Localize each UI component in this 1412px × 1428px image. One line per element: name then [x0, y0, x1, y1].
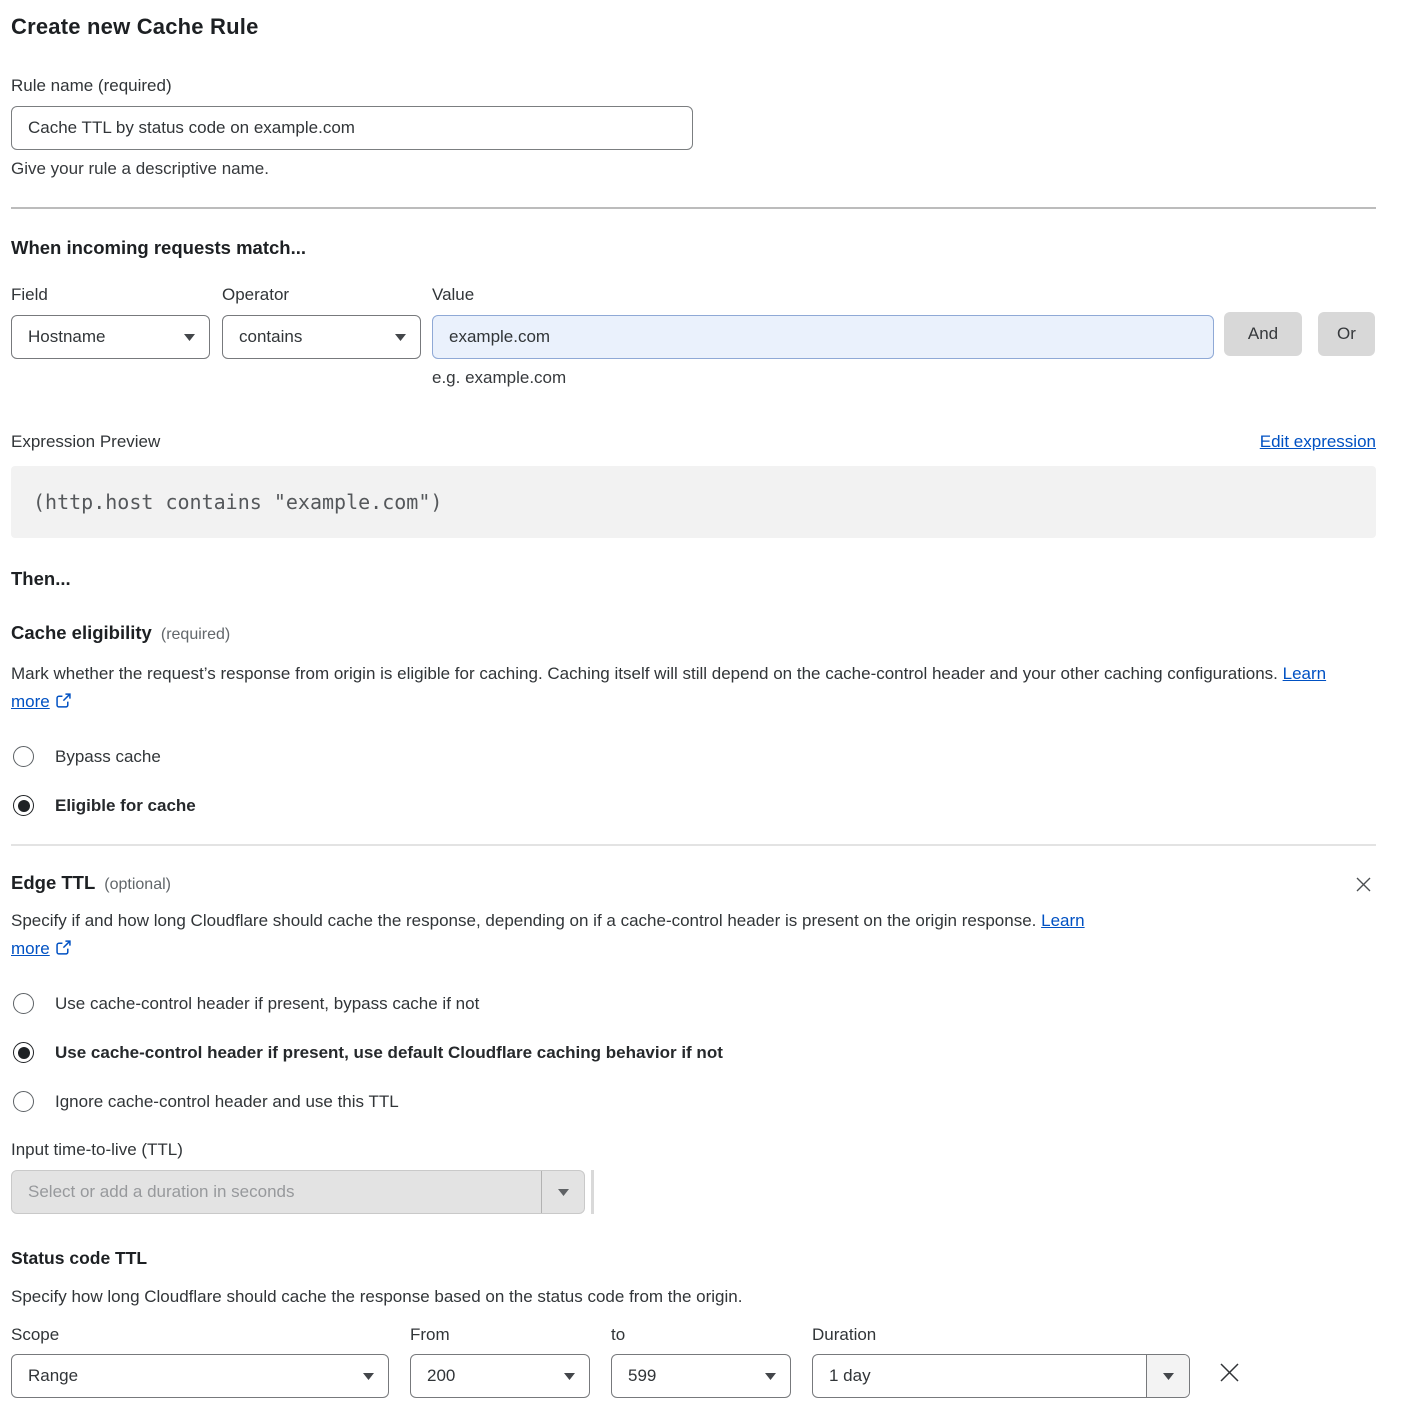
field-select-value: Hostname [28, 327, 105, 347]
close-icon [1218, 1361, 1241, 1384]
chevron-down-icon [765, 1373, 776, 1380]
operator-select-value: contains [239, 327, 302, 347]
duration-label: Duration [812, 1325, 1190, 1345]
value-label: Value [432, 285, 1214, 305]
section-divider [11, 844, 1376, 846]
cache-eligibility-qualifier: (required) [161, 626, 230, 643]
expression-code: (http.host contains "example.com") [33, 490, 442, 514]
edge-ttl-option-ignore-label: Ignore cache-control header and use this… [55, 1092, 399, 1112]
edge-ttl-option-bypass[interactable]: Use cache-control header if present, byp… [11, 993, 1376, 1014]
scope-select-value: Range [28, 1366, 78, 1386]
to-select[interactable]: 599 [611, 1354, 791, 1398]
duration-dropdown-button[interactable] [1146, 1355, 1189, 1397]
match-expression-row: Field Hostname Operator contains Value e… [11, 285, 1376, 388]
then-heading: Then... [11, 568, 1376, 590]
match-heading: When incoming requests match... [11, 237, 1376, 259]
to-label: to [611, 1325, 791, 1345]
close-icon [1355, 876, 1372, 893]
radio-unselected-icon[interactable] [13, 1091, 34, 1112]
from-select-value: 200 [427, 1366, 455, 1386]
edge-ttl-qualifier: (optional) [104, 876, 171, 893]
chevron-down-icon [184, 334, 195, 341]
edge-ttl-options: Use cache-control header if present, byp… [11, 993, 1376, 1112]
edge-ttl-heading: Edge TTL (optional) [11, 872, 171, 894]
edit-expression-label: Edit expression [1260, 432, 1376, 451]
ttl-input-row: Select or add a duration in seconds [11, 1160, 1376, 1214]
page-title: Create new Cache Rule [11, 14, 1376, 40]
expression-preview-label: Expression Preview [11, 432, 160, 452]
ttl-input-label: Input time-to-live (TTL) [11, 1140, 1376, 1160]
external-link-icon [56, 940, 71, 955]
edge-ttl-option-ignore[interactable]: Ignore cache-control header and use this… [11, 1091, 1376, 1112]
cache-eligibility-description-text: Mark whether the request’s response from… [11, 664, 1278, 683]
external-link-icon [56, 693, 71, 708]
cache-eligibility-title: Cache eligibility [11, 622, 152, 643]
rule-name-help: Give your rule a descriptive name. [11, 159, 1376, 179]
bypass-cache-option[interactable]: Bypass cache [11, 746, 1376, 767]
duration-combobox[interactable]: 1 day [812, 1354, 1190, 1398]
cache-eligibility-heading: Cache eligibility (required) [11, 622, 1376, 644]
ttl-duration-combobox: Select or add a duration in seconds [11, 1170, 585, 1214]
to-select-value: 599 [628, 1366, 656, 1386]
chevron-down-icon [564, 1373, 575, 1380]
edit-expression-link[interactable]: Edit expression [1260, 432, 1376, 452]
radio-unselected-icon[interactable] [13, 993, 34, 1014]
vertical-divider [591, 1170, 594, 1214]
edge-ttl-option-default[interactable]: Use cache-control header if present, use… [11, 1042, 1376, 1063]
field-label: Field [11, 285, 210, 305]
rule-name-input[interactable] [11, 106, 693, 150]
delete-status-row-button[interactable] [1214, 1357, 1245, 1388]
rule-name-label: Rule name (required) [11, 76, 1376, 96]
edge-ttl-close-button[interactable] [1351, 872, 1376, 897]
edge-ttl-option-bypass-label: Use cache-control header if present, byp… [55, 994, 479, 1014]
scope-label: Scope [11, 1325, 389, 1345]
scope-select[interactable]: Range [11, 1354, 389, 1398]
section-divider [11, 207, 1376, 209]
operator-select[interactable]: contains [222, 315, 421, 359]
edge-ttl-description-text: Specify if and how long Cloudflare shoul… [11, 911, 1036, 930]
cache-eligibility-options: Bypass cache Eligible for cache [11, 746, 1376, 816]
value-help: e.g. example.com [432, 368, 1214, 388]
from-select[interactable]: 200 [410, 1354, 590, 1398]
edge-ttl-option-default-label: Use cache-control header if present, use… [55, 1043, 723, 1063]
status-code-ttl-row: Scope Range From 200 to 599 Duration 1 d… [11, 1325, 1376, 1398]
from-label: From [410, 1325, 590, 1345]
chevron-down-icon [1163, 1373, 1174, 1380]
radio-unselected-icon[interactable] [13, 746, 34, 767]
operator-label: Operator [222, 285, 421, 305]
status-code-ttl-heading: Status code TTL [11, 1248, 1376, 1269]
chevron-down-icon [395, 334, 406, 341]
value-input[interactable] [432, 315, 1214, 359]
create-cache-rule-form: Create new Cache Rule Rule name (require… [0, 0, 1412, 1428]
edge-ttl-header: Edge TTL (optional) [11, 872, 1376, 897]
eligible-for-cache-label: Eligible for cache [55, 796, 196, 816]
bypass-cache-label: Bypass cache [55, 747, 161, 767]
duration-value: 1 day [813, 1355, 1146, 1397]
ttl-duration-dropdown-button [541, 1171, 584, 1213]
eligible-for-cache-option[interactable]: Eligible for cache [11, 795, 1376, 816]
chevron-down-icon [363, 1373, 374, 1380]
radio-selected-icon[interactable] [13, 795, 34, 816]
expression-code-box: (http.host contains "example.com") [11, 466, 1376, 538]
status-code-ttl-description: Specify how long Cloudflare should cache… [11, 1283, 1376, 1311]
chevron-down-icon [558, 1189, 569, 1196]
ttl-duration-placeholder: Select or add a duration in seconds [12, 1171, 541, 1213]
radio-selected-icon[interactable] [13, 1042, 34, 1063]
or-button[interactable]: Or [1318, 312, 1375, 356]
and-button[interactable]: And [1224, 312, 1302, 356]
edge-ttl-description: Specify if and how long Cloudflare shoul… [11, 907, 1111, 963]
field-select[interactable]: Hostname [11, 315, 210, 359]
edge-ttl-title: Edge TTL [11, 872, 95, 893]
cache-eligibility-description: Mark whether the request’s response from… [11, 660, 1347, 716]
expression-preview-row: Expression Preview Edit expression [11, 432, 1376, 452]
